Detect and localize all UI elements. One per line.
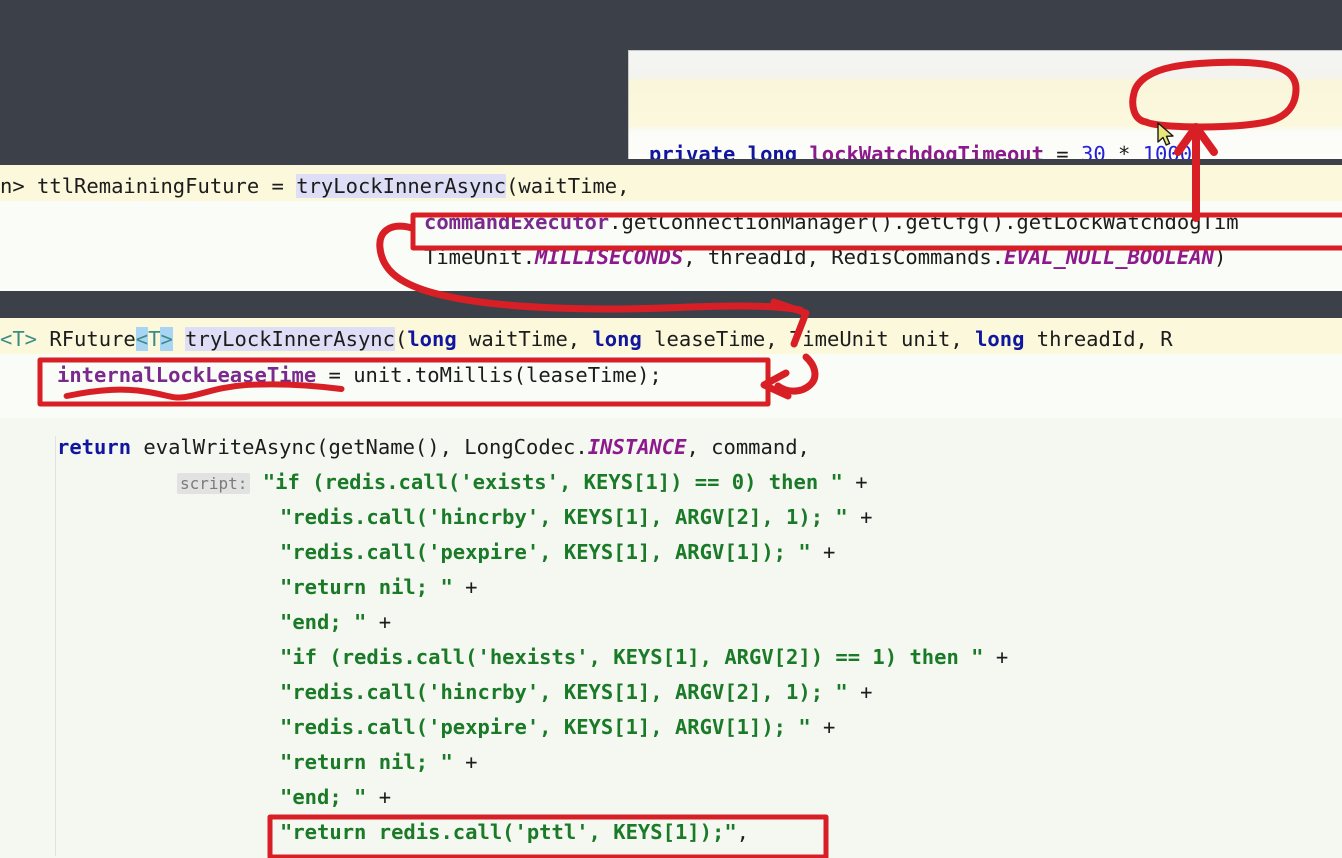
signature-line-0[interactable]: <T> RFuture<T> tryLockInnerAsync(long wa… bbox=[0, 322, 1173, 357]
caller-0-token-1: ttlRemainingFuture bbox=[37, 174, 260, 198]
popup-token-5: = bbox=[1043, 142, 1081, 159]
main-0-token-3: , command, bbox=[686, 435, 810, 459]
popup-code-line: private long lockWatchdogTimeout = 30 * … bbox=[649, 137, 1204, 159]
signature-0-token-8: long bbox=[407, 327, 457, 351]
popup-token-0: private bbox=[649, 142, 736, 159]
main-3-token-0: "redis.call('pexpire', KEYS[1], ARGV[1])… bbox=[280, 540, 811, 564]
caller-code-strip[interactable]: n> ttlRemainingFuture = tryLockInnerAsyn… bbox=[0, 165, 1342, 291]
signature-0-token-7: ( bbox=[394, 327, 408, 351]
signature-0-token-11: leaseTime, TimeUnit unit, bbox=[641, 327, 976, 351]
main-2-token-1: + bbox=[847, 505, 873, 529]
method-signature-strip[interactable]: <T> RFuture<T> tryLockInnerAsync(long wa… bbox=[0, 318, 1342, 418]
signature-1-token-1: = unit.toMillis(leaseTime); bbox=[316, 363, 662, 387]
signature-line-1[interactable]: internalLockLeaseTime = unit.toMillis(le… bbox=[57, 358, 662, 393]
main-2-token-0: "redis.call('hincrby', KEYS[1], ARGV[2],… bbox=[280, 505, 848, 529]
main-4-token-0: "return nil; " bbox=[280, 575, 453, 599]
main-7-token-1: + bbox=[847, 680, 873, 704]
main-8-token-0: "redis.call('pexpire', KEYS[1], ARGV[1])… bbox=[280, 715, 811, 739]
main-line-0[interactable]: return evalWriteAsync(getName(), LongCod… bbox=[57, 430, 810, 465]
main-6-token-1: + bbox=[983, 645, 1009, 669]
caller-2-token-2: , threadId, RedisCommands. bbox=[683, 245, 1005, 269]
caller-0-token-3: tryLockInnerAsync bbox=[296, 174, 507, 198]
main-line-9[interactable]: "return nil; " + bbox=[280, 745, 477, 780]
main-line-5[interactable]: "end; " + bbox=[280, 605, 391, 640]
main-9-token-0: "return nil; " bbox=[280, 750, 453, 774]
popup-token-1 bbox=[735, 142, 747, 159]
main-0-token-2: INSTANCE bbox=[587, 435, 687, 459]
main-10-token-0: "end; " bbox=[280, 785, 367, 809]
main-line-8[interactable]: "redis.call('pexpire', KEYS[1], ARGV[1])… bbox=[280, 710, 835, 745]
main-line-6[interactable]: "if (redis.call('hexists', KEYS[1], ARGV… bbox=[280, 640, 1008, 675]
main-1-token-0: "if (redis.call('exists', KEYS[1]) == 0)… bbox=[262, 470, 843, 494]
signature-0-token-9: waitTime, bbox=[456, 327, 593, 351]
caller-1-token-1: .getConnectionManager().getCfg().getLock… bbox=[609, 210, 1239, 234]
main-line-11[interactable]: "return redis.call('pttl', KEYS[1]);", bbox=[280, 815, 749, 850]
signature-1-token-0: internalLockLeaseTime bbox=[57, 363, 317, 387]
parameter-hint-script: script: bbox=[177, 473, 251, 494]
quick-definition-popup[interactable]: private long lockWatchdogTimeout = 30 * … bbox=[628, 50, 1342, 159]
caller-line-0[interactable]: n> ttlRemainingFuture = tryLockInnerAsyn… bbox=[0, 169, 629, 204]
main-9-token-1: + bbox=[452, 750, 478, 774]
main-0-token-0: return bbox=[57, 435, 132, 459]
caller-2-token-4: ) bbox=[1213, 245, 1227, 269]
caller-line-2[interactable]: TimeUnit.MILLISECONDS, threadId, RedisCo… bbox=[424, 240, 1226, 275]
main-line-2[interactable]: "redis.call('hincrby', KEYS[1], ARGV[2],… bbox=[280, 500, 872, 535]
caller-2-token-1: MILLISECONDS bbox=[535, 245, 684, 269]
popup-token-6: 30 bbox=[1081, 142, 1106, 159]
popup-token-9: ; bbox=[1192, 142, 1205, 159]
signature-0-token-13: threadId, R bbox=[1024, 327, 1173, 351]
caller-0-token-2: = bbox=[259, 174, 297, 198]
popup-token-4: lockWatchdogTimeout bbox=[809, 142, 1044, 159]
main-7-token-0: "redis.call('hincrby', KEYS[1], ARGV[2],… bbox=[280, 680, 848, 704]
caller-2-token-3: EVAL_NULL_BOOLEAN bbox=[1004, 245, 1214, 269]
main-5-token-0: "end; " bbox=[280, 610, 367, 634]
signature-0-token-4: > bbox=[160, 327, 173, 351]
main-6-token-0: "if (redis.call('hexists', KEYS[1], ARGV… bbox=[280, 645, 984, 669]
main-11-token-1: , bbox=[736, 820, 749, 844]
caller-1-token-0: commandExecutor bbox=[424, 210, 610, 234]
main-3-token-1: + bbox=[810, 540, 836, 564]
main-5-token-1: + bbox=[366, 610, 392, 634]
main-line-3[interactable]: "redis.call('pexpire', KEYS[1], ARGV[1])… bbox=[280, 535, 835, 570]
main-8-token-1: + bbox=[810, 715, 836, 739]
main-4-token-1: + bbox=[452, 575, 478, 599]
popup-token-2: long bbox=[747, 142, 798, 159]
signature-0-token-0: <T> bbox=[0, 327, 38, 351]
signature-0-token-10: long bbox=[592, 327, 642, 351]
caller-0-token-0: n> bbox=[0, 174, 38, 198]
caller-0-token-4: (waitTime, bbox=[506, 174, 630, 198]
editor-body[interactable]: return evalWriteAsync(getName(), LongCod… bbox=[0, 418, 1342, 858]
signature-0-token-1: RFuture bbox=[37, 327, 136, 351]
main-line-10[interactable]: "end; " + bbox=[280, 780, 391, 815]
main-line-7[interactable]: "redis.call('hincrby', KEYS[1], ARGV[2],… bbox=[280, 675, 872, 710]
main-11-token-0: "return redis.call('pttl', KEYS[1]);" bbox=[280, 820, 737, 844]
signature-0-token-5 bbox=[173, 327, 185, 351]
caller-line-1[interactable]: commandExecutor.getConnectionManager().g… bbox=[424, 205, 1239, 240]
signature-0-token-6: tryLockInnerAsync bbox=[185, 327, 395, 351]
main-0-token-1: evalWriteAsync(getName(), LongCodec. bbox=[131, 435, 588, 459]
signature-0-token-12: long bbox=[975, 327, 1025, 351]
popup-token-3 bbox=[797, 142, 809, 159]
main-1-token-1: + bbox=[842, 470, 868, 494]
separator-band-middle bbox=[0, 291, 1342, 318]
mouse-pointer bbox=[1157, 122, 1174, 146]
main-line-1[interactable]: script: "if (redis.call('exists', KEYS[1… bbox=[177, 465, 868, 501]
caller-2-token-0: TimeUnit. bbox=[424, 245, 536, 269]
signature-0-token-2: < bbox=[135, 327, 149, 351]
signature-0-token-3: T bbox=[148, 327, 161, 351]
indent-guide bbox=[55, 436, 56, 856]
main-10-token-1: + bbox=[366, 785, 392, 809]
popup-token-7: * bbox=[1105, 142, 1143, 159]
screen: private long lockWatchdogTimeout = 30 * … bbox=[0, 0, 1342, 858]
main-line-4[interactable]: "return nil; " + bbox=[280, 570, 477, 605]
